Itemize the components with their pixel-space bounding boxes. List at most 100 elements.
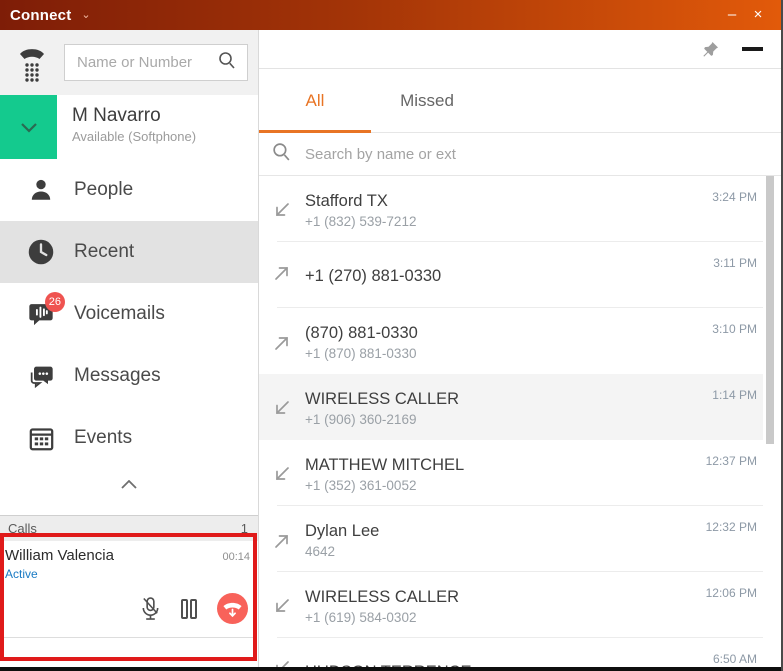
incoming-call-icon [276, 599, 289, 612]
sidebar-item-messages[interactable]: Messages [0, 345, 258, 407]
connect-app-window: Connect ⌄ – × Name or Number M Navarro A… [0, 0, 783, 671]
sidebar-top-bar [0, 30, 258, 95]
voicemail-icon: 26 [26, 292, 65, 329]
close-button[interactable]: × [745, 0, 771, 30]
scrollbar-thumb[interactable] [766, 176, 774, 444]
hangup-call-button[interactable] [217, 593, 248, 624]
list-item[interactable]: WIRELESS CALLER +1 (906) 360-2169 1:14 P… [259, 374, 763, 440]
nav-label: Voicemails [74, 303, 165, 324]
active-call-duration: 00:14 [222, 551, 250, 563]
list-item[interactable]: +1 (270) 881-0330 3:11 PM [259, 242, 763, 308]
sidebar-item-people[interactable]: People [0, 159, 258, 221]
call-name: WIRELESS CALLER [305, 389, 460, 408]
tab-all[interactable]: All [259, 69, 371, 133]
call-time: 3:24 PM [712, 190, 757, 204]
call-time: 1:14 PM [712, 388, 757, 402]
minimize-button[interactable]: – [719, 0, 745, 30]
call-name: Stafford TX [305, 191, 388, 210]
outgoing-call-icon [275, 267, 288, 280]
panel-header [259, 30, 781, 69]
incoming-call-icon [271, 398, 293, 420]
calls-count: 1 [240, 521, 248, 536]
recent-search-box[interactable] [259, 133, 781, 176]
app-menu-chevron-icon[interactable]: ⌄ [81, 8, 90, 21]
chevron-up-icon [121, 479, 137, 489]
sidebar: M Navarro Available (Softphone) People [0, 30, 259, 671]
list-item[interactable]: Stafford TX +1 (832) 539-7212 3:24 PM [259, 176, 763, 242]
sidebar-search-box[interactable] [64, 44, 248, 81]
user-row: M Navarro Available (Softphone) [0, 95, 258, 159]
outgoing-call-icon [271, 332, 293, 354]
dialpad-icon[interactable] [14, 43, 50, 83]
outgoing-call-icon [275, 535, 288, 548]
outgoing-call-icon [271, 530, 293, 552]
search-icon[interactable] [217, 50, 237, 75]
user-status: Available (Softphone) [72, 129, 197, 144]
call-name: WIRELESS CALLER [305, 587, 460, 606]
sidebar-nav: People Recent 26 Voicemails Messages Eve… [0, 159, 258, 499]
call-time: 12:06 PM [705, 586, 757, 600]
incoming-call-icon [271, 596, 293, 618]
outgoing-call-icon [271, 262, 293, 284]
call-number: +1 (832) 539-7212 [305, 213, 417, 229]
call-number: +1 (352) 361-0052 [305, 477, 417, 493]
list-item[interactable]: (870) 881-0330 +1 (870) 881-0330 3:10 PM [259, 308, 763, 374]
tab-missed[interactable]: Missed [371, 69, 483, 132]
pin-icon[interactable] [701, 40, 720, 59]
call-history-list: Stafford TX +1 (832) 539-7212 3:24 PM +1… [259, 176, 781, 671]
user-name: M Navarro [72, 105, 161, 126]
call-name: MATTHEW MITCHEL [305, 455, 465, 474]
calls-label: Calls [8, 521, 37, 536]
call-name: +1 (270) 881-0330 [305, 266, 442, 285]
window-bottom-edge [0, 667, 781, 671]
user-presence-avatar[interactable] [0, 95, 57, 159]
nav-label: Recent [74, 241, 135, 262]
call-number: +1 (870) 881-0330 [305, 345, 417, 361]
hold-call-button[interactable] [179, 597, 199, 621]
incoming-call-icon [271, 464, 293, 486]
messages-icon [26, 361, 56, 391]
calendar-icon [26, 423, 56, 453]
incoming-call-icon [276, 401, 289, 414]
call-time: 12:32 PM [705, 520, 757, 534]
search-icon [271, 141, 292, 167]
list-item[interactable]: WIRELESS CALLER +1 (619) 584-0302 12:06 … [259, 572, 763, 638]
calls-section-header: Calls 1 [0, 515, 258, 541]
list-item[interactable]: Dylan Lee 4642 12:32 PM [259, 506, 763, 572]
list-item[interactable]: MATTHEW MITCHEL +1 (352) 361-0052 12:37 … [259, 440, 763, 506]
sidebar-item-recent[interactable]: Recent [0, 221, 258, 283]
call-time: 6:50 AM [712, 652, 757, 666]
incoming-call-icon [276, 467, 289, 480]
mute-microphone-button[interactable] [140, 596, 161, 622]
active-call-state-link[interactable]: Active [5, 567, 252, 581]
call-number: +1 (906) 360-2169 [305, 411, 417, 427]
incoming-call-icon [276, 203, 289, 216]
outgoing-call-icon [275, 337, 288, 350]
sidebar-collapse-button[interactable] [0, 469, 258, 499]
call-time: 3:10 PM [712, 322, 757, 336]
clock-icon [26, 237, 56, 267]
app-title: Connect [10, 6, 72, 24]
sidebar-item-events[interactable]: Events [0, 407, 258, 469]
sidebar-search-input[interactable] [77, 54, 217, 71]
chevron-down-icon [20, 122, 37, 133]
incoming-call-icon [271, 200, 293, 222]
call-name: (870) 881-0330 [305, 323, 418, 342]
title-bar: Connect ⌄ – × [0, 0, 781, 30]
nav-label: Messages [74, 365, 161, 386]
call-name: Dylan Lee [305, 521, 380, 540]
call-number: 4642 [305, 543, 336, 559]
panel-collapse-button[interactable] [742, 47, 763, 51]
call-time: 12:37 PM [705, 454, 757, 468]
voicemail-count-badge: 26 [44, 292, 65, 312]
nav-label: People [74, 179, 134, 200]
tab-bar: All Missed [259, 69, 781, 133]
sidebar-item-voicemails[interactable]: 26 Voicemails [0, 283, 258, 345]
active-call-card[interactable]: William Valencia 00:14 Active [0, 541, 258, 671]
nav-label: Events [74, 427, 133, 448]
call-time: 3:11 PM [713, 256, 757, 270]
call-number: +1 (619) 584-0302 [305, 609, 417, 625]
call-card-divider [1, 637, 257, 638]
recent-panel: All Missed Stafford TX +1 (832) 539-7212… [259, 30, 781, 671]
recent-search-input[interactable] [305, 145, 769, 163]
